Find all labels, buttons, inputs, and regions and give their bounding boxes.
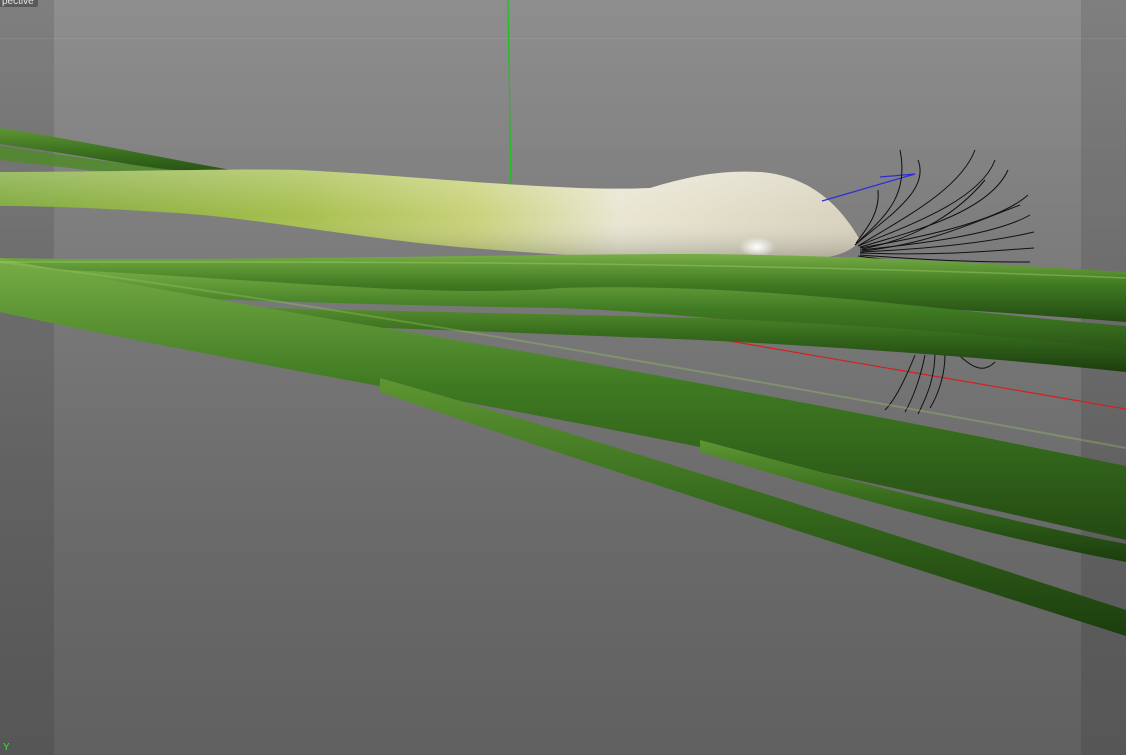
y-axis-line: [507, 0, 512, 191]
axis-indicator-y: Y: [3, 742, 10, 753]
onion-white-stalk-shade: [0, 169, 860, 262]
view-mode-label[interactable]: pective: [0, 0, 38, 7]
bulb-highlight: [739, 237, 775, 257]
scene-render[interactable]: [0, 0, 1126, 755]
3d-viewport[interactable]: pective Y: [0, 0, 1126, 755]
